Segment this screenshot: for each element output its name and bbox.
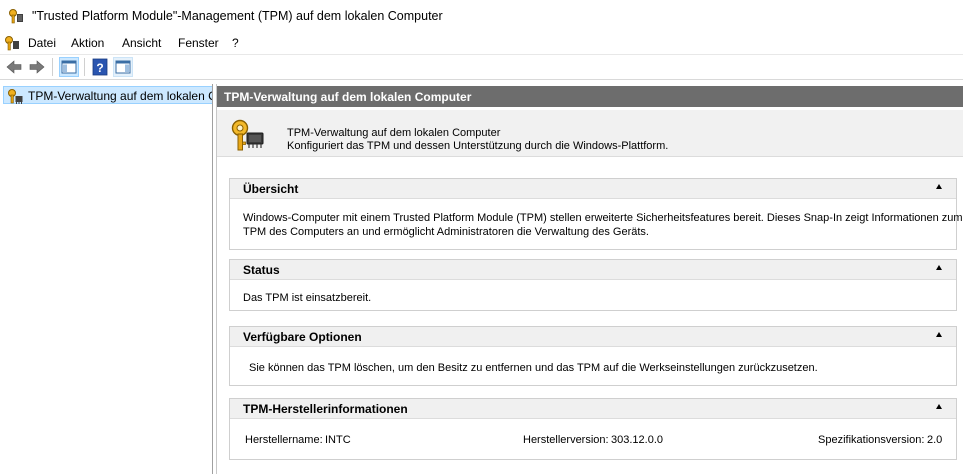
collapse-icon[interactable] <box>936 404 942 409</box>
overview-text: Windows-Computer mit einem Trusted Platf… <box>243 211 963 239</box>
options-header[interactable]: Verfügbare Optionen <box>230 327 956 347</box>
show-hide-tree-icon[interactable] <box>59 57 79 77</box>
menu-bar: Datei Aktion Ansicht Fenster ? <box>0 32 963 55</box>
toolbar-separator <box>84 58 85 76</box>
forward-arrow-icon[interactable] <box>28 58 46 76</box>
options-section: Verfügbare Optionen Sie können das TPM l… <box>229 326 957 386</box>
pane-header: TPM-Verwaltung auf dem lokalen Computer <box>217 86 963 107</box>
overview-header[interactable]: Übersicht <box>230 179 956 199</box>
window-title: "Trusted Platform Module"-Management (TP… <box>32 9 443 23</box>
intro-banner: TPM-Verwaltung auf dem lokalen Computer … <box>217 110 963 157</box>
menu-datei[interactable]: Datei <box>28 36 56 50</box>
manufacturer-name-value: INTC <box>325 434 351 446</box>
manufacturer-version-label: Herstellerversion: <box>523 434 609 446</box>
manufacturer-version-value: 303.12.0.0 <box>611 434 663 446</box>
title-bar: "Trusted Platform Module"-Management (TP… <box>0 0 963 32</box>
status-text: Das TPM ist einsatzbereit. <box>243 292 372 304</box>
manufacturer-header[interactable]: TPM-Herstellerinformationen <box>230 399 956 419</box>
overview-section: Übersicht Windows-Computer mit einem Tru… <box>229 178 963 250</box>
manufacturer-section: TPM-Herstellerinformationen Herstellerna… <box>229 398 957 460</box>
status-title: Status <box>243 263 280 277</box>
tpm-key-icon[interactable] <box>4 35 20 51</box>
intro-title: TPM-Verwaltung auf dem lokalen Computer <box>287 127 501 139</box>
status-section: Status Das TPM ist einsatzbereit. <box>229 259 957 311</box>
svg-text:?: ? <box>96 61 103 75</box>
tpm-key-icon <box>8 89 23 104</box>
menu-ansicht[interactable]: Ansicht <box>122 36 161 50</box>
intro-description: Konfiguriert das TPM und dessen Unterstü… <box>287 140 669 152</box>
collapse-icon[interactable] <box>936 184 942 189</box>
overview-line-1: Windows-Computer mit einem Trusted Platf… <box>243 212 963 224</box>
spec-version-value: 2.0 <box>927 434 943 446</box>
console-tree: TPM-Verwaltung auf dem lokalen Computer <box>0 84 213 474</box>
overview-line-2: TPM des Computers an und ermöglicht Admi… <box>243 226 649 238</box>
manufacturer-title: TPM-Herstellerinformationen <box>243 402 408 416</box>
details-pane: TPM-Verwaltung auf dem lokalen Computer … <box>216 84 963 474</box>
menu-help[interactable]: ? <box>232 36 239 50</box>
pane-title: TPM-Verwaltung auf dem lokalen Computer <box>224 90 472 104</box>
options-text: Sie können das TPM löschen, um den Besit… <box>249 362 818 374</box>
menu-aktion[interactable]: Aktion <box>71 36 104 50</box>
options-title: Verfügbare Optionen <box>243 330 362 344</box>
menu-fenster[interactable]: Fenster <box>178 36 219 50</box>
action-pane-icon[interactable] <box>113 57 133 77</box>
status-header[interactable]: Status <box>230 260 956 280</box>
back-arrow-icon[interactable] <box>5 58 23 76</box>
spec-version-label: Spezifikationsversion: <box>818 434 925 446</box>
tree-item-tpm-management[interactable]: TPM-Verwaltung auf dem lokalen Computer <box>3 86 212 104</box>
collapse-icon[interactable] <box>936 332 942 337</box>
tpm-key-icon <box>9 9 23 24</box>
help-icon[interactable]: ? <box>91 58 109 76</box>
tree-item-label: TPM-Verwaltung auf dem lokalen Computer <box>28 89 212 103</box>
manufacturer-name-label: Herstellername: <box>245 434 323 446</box>
toolbar: ? <box>0 55 963 80</box>
collapse-icon[interactable] <box>936 265 942 270</box>
tpm-chip-key-icon <box>231 119 264 151</box>
overview-title: Übersicht <box>243 182 299 196</box>
toolbar-separator <box>52 58 53 76</box>
